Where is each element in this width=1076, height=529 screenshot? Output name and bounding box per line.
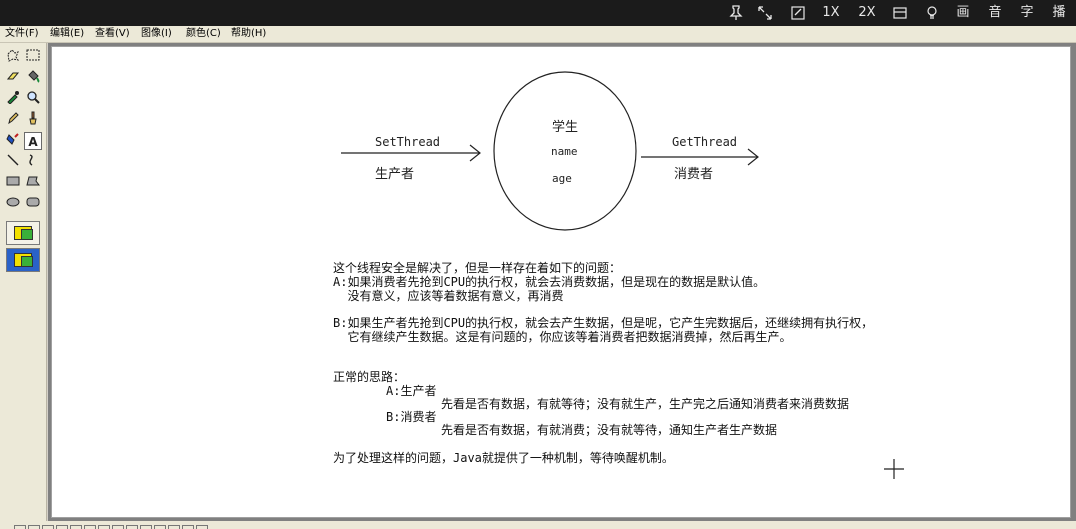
ellipse-icon[interactable] (4, 195, 22, 213)
fill-icon[interactable] (24, 69, 42, 87)
text-line: B:消费者 (386, 410, 437, 424)
rectangle-icon[interactable] (4, 174, 22, 192)
line-icon[interactable] (4, 153, 22, 171)
draw-button[interactable]: 画 (953, 0, 973, 26)
magnifier-icon[interactable] (24, 90, 42, 108)
palette-swatch[interactable] (168, 525, 180, 529)
palette-swatch[interactable] (126, 525, 138, 529)
top-toolbar: 1X 2X 画 音 字 播 (0, 0, 1076, 26)
drawing-canvas[interactable]: SetThread 生产者 学生 name age GetThread 消费者 … (51, 46, 1071, 518)
free-select-icon[interactable] (4, 48, 22, 66)
canvas-area: SetThread 生产者 学生 name age GetThread 消费者 … (48, 43, 1076, 521)
zoom-1x-button[interactable]: 1X (820, 0, 842, 26)
menu-colors[interactable]: 颜色(C) (186, 27, 221, 41)
palette-swatch[interactable] (140, 525, 152, 529)
right-arrow-label-bottom: 消费者 (674, 167, 714, 182)
palette-swatch[interactable] (112, 525, 124, 529)
circle-label-3: age (552, 172, 572, 185)
palette-swatch[interactable] (28, 525, 40, 529)
text-line: 这个线程安全是解决了，但是一样存在着如下的问题： (333, 261, 622, 275)
palette-swatch[interactable] (84, 525, 96, 529)
text-line: 没有意义，应该等着数据有意义，再消费 (333, 289, 564, 303)
fullscreen-icon[interactable] (756, 0, 774, 26)
window-icon[interactable] (891, 0, 909, 26)
palette-swatch[interactable] (70, 525, 82, 529)
palette-swatch[interactable] (182, 525, 194, 529)
tool-box: A (0, 43, 47, 521)
text-line: 正常的思路： (333, 370, 406, 384)
menu-file[interactable]: 文件(F) (5, 27, 39, 41)
menu-view[interactable]: 查看(V) (95, 27, 130, 41)
airbrush-icon[interactable] (4, 132, 22, 150)
color-palette (0, 521, 1076, 529)
curve-icon[interactable] (24, 153, 42, 171)
text-line: A:如果消费者先抢到CPU的执行权，就会去消费数据，但是现在的数据是默认值。 (333, 275, 766, 289)
rect-select-icon[interactable] (24, 48, 42, 66)
option-swatch (21, 229, 33, 240)
subtitle-button[interactable]: 字 (1017, 0, 1037, 26)
pencil-icon[interactable] (4, 111, 22, 129)
menu-image[interactable]: 图像(I) (141, 27, 172, 41)
palette-swatch[interactable] (154, 525, 166, 529)
opaque-mode-option[interactable] (6, 248, 40, 272)
bulb-icon[interactable] (923, 0, 941, 26)
palette-swatch[interactable] (14, 525, 26, 529)
palette-swatch[interactable] (196, 525, 208, 529)
text-line: 为了处理这样的问题，Java就提供了一种机制，等待唤醒机制。 (333, 451, 674, 465)
brush-icon[interactable] (24, 111, 42, 129)
menu-help[interactable]: 帮助(H) (231, 27, 266, 41)
zoom-2x-button[interactable]: 2X (855, 0, 879, 26)
left-arrow-label-top: SetThread (375, 135, 441, 149)
palette-swatch[interactable] (42, 525, 54, 529)
palette-swatch[interactable] (98, 525, 110, 529)
circle-label-1: 学生 (552, 120, 579, 135)
play-button[interactable]: 播 (1049, 0, 1069, 26)
right-arrow-label-top: GetThread (672, 135, 738, 149)
text-line: 它有继续产生数据。这是有问题的，你应该等着消费者把数据消费掉，然后再生产。 (333, 330, 792, 344)
edit-icon[interactable] (789, 0, 807, 26)
left-arrow-label-bottom: 生产者 (375, 167, 415, 182)
text-line: B:如果生产者先抢到CPU的执行权，就会去产生数据，但是呢，它产生完数据后，还继… (333, 316, 874, 330)
pin-icon[interactable] (727, 0, 745, 26)
circle-label-2: name (551, 145, 578, 158)
text-line: 先看是否有数据，有就消费；没有就等待，通知生产者生产数据 (441, 423, 778, 437)
polygon-icon[interactable] (24, 174, 42, 192)
menu-edit[interactable]: 编辑(E) (50, 27, 84, 41)
sound-button[interactable]: 音 (985, 0, 1005, 26)
option-swatch (21, 256, 33, 267)
crosshair-cursor-icon (884, 459, 904, 479)
color-picker-icon[interactable] (4, 90, 22, 108)
text-line: 先看是否有数据，有就等待；没有就生产，生产完之后通知消费者来消费数据 (441, 397, 850, 411)
text-icon[interactable]: A (24, 132, 42, 150)
transparent-mode-option[interactable] (6, 221, 40, 245)
palette-swatch[interactable] (56, 525, 68, 529)
text-line: A:生产者 (386, 384, 437, 398)
rounded-rect-icon[interactable] (24, 195, 42, 213)
menu-bar: 文件(F) 编辑(E) 查看(V) 图像(I) 颜色(C) 帮助(H) (0, 26, 1076, 43)
eraser-icon[interactable] (4, 69, 22, 87)
